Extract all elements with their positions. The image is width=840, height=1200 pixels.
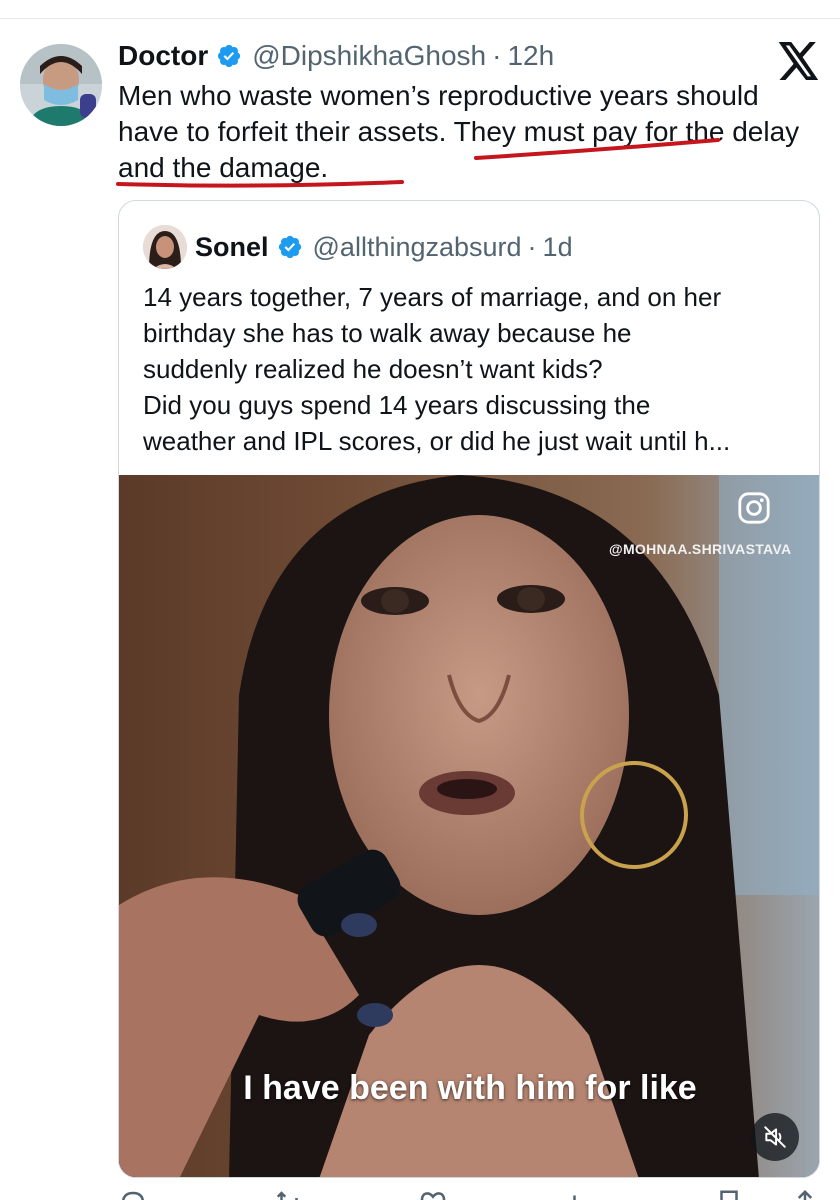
share-icon[interactable] <box>790 1188 820 1200</box>
verified-badge-icon <box>278 235 301 259</box>
quote-text-line: Did you guys spend 14 years discussing t… <box>143 390 651 420</box>
tweet-action-bar <box>118 1188 820 1200</box>
tweet-header: Doctor @DipshikhaGhosh · 12h <box>118 38 554 74</box>
quote-author-avatar[interactable] <box>143 225 187 269</box>
video-watermark-handle: @MOHNAA.SHRIVASTAVA <box>609 541 792 557</box>
quote-header: Sonel @allthingzabsurd · 1d <box>195 229 573 265</box>
author-handle[interactable]: @DipshikhaGhosh <box>252 40 486 72</box>
reply-icon[interactable] <box>118 1188 148 1200</box>
header-separator: · <box>492 40 502 71</box>
quote-author-handle[interactable]: @allthingzabsurd <box>313 232 522 263</box>
instagram-icon <box>738 492 770 524</box>
top-divider <box>0 18 840 19</box>
video-player[interactable]: @MOHNAA.SHRIVASTAVA I have been with him… <box>119 475 819 1177</box>
x-logo-icon <box>778 42 820 80</box>
tweet-text: Men who waste women’s reproductive years… <box>118 78 808 186</box>
quote-text: 14 years together, 7 years of marriage, … <box>143 279 803 459</box>
tweet-timestamp[interactable]: 12h <box>507 40 554 72</box>
verified-badge-icon <box>218 44 241 68</box>
quote-text-line: suddenly realized he doesn’t want kids? <box>143 354 603 384</box>
views-icon[interactable] <box>562 1188 592 1200</box>
quoted-tweet-card[interactable]: Sonel @allthingzabsurd · 1d 14 years tog… <box>118 200 820 1178</box>
quote-text-line: birthday she has to walk away because he <box>143 318 632 348</box>
author-avatar[interactable] <box>20 44 102 126</box>
mute-toggle-button[interactable] <box>751 1113 799 1161</box>
quote-timestamp[interactable]: 1d <box>543 232 573 263</box>
speaker-muted-icon <box>764 1126 786 1148</box>
quote-text-line: 14 years together, 7 years of marriage, … <box>143 282 722 312</box>
quote-text-line: weather and IPL scores, or did he just w… <box>143 426 731 456</box>
author-name[interactable]: Doctor <box>118 40 208 72</box>
video-caption: I have been with him for like <box>243 1069 697 1107</box>
quote-author-name[interactable]: Sonel <box>195 232 269 263</box>
quote-header-separator: · <box>527 231 537 262</box>
bookmark-icon[interactable] <box>714 1188 744 1200</box>
repost-icon[interactable] <box>274 1188 304 1200</box>
tweet-body: Men who waste women’s reproductive years… <box>118 80 800 183</box>
like-icon[interactable] <box>418 1188 448 1200</box>
